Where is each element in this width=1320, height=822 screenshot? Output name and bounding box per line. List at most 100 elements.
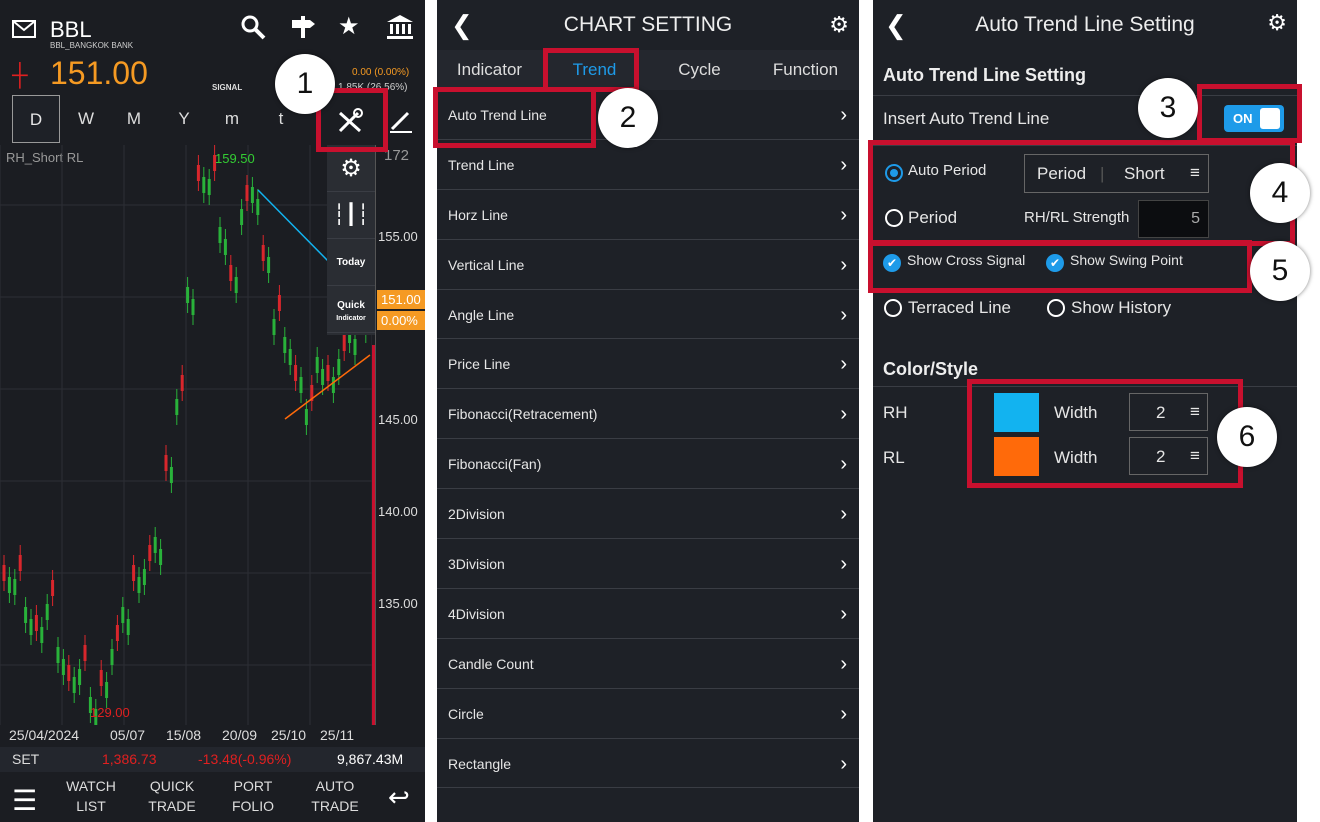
trend-item-label: Rectangle	[448, 755, 512, 772]
date-tick: 25/10	[271, 727, 307, 743]
axis-tick: 135.00	[378, 596, 418, 611]
settings-gear-icon[interactable]: ⚙	[829, 12, 849, 38]
nav-label: AUTO	[315, 778, 355, 794]
nav-label: WATCH	[66, 778, 116, 794]
tab-indicator[interactable]: Indicator	[437, 50, 542, 90]
highlight-box	[967, 379, 1243, 488]
section-title: Auto Trend Line Setting	[883, 65, 1086, 85]
date-tick: 25/11	[320, 727, 354, 743]
nav-label: PORT	[233, 778, 273, 794]
page-title: Auto Trend Line Setting	[975, 13, 1195, 36]
trend-item-label: 3Division	[448, 556, 505, 573]
star-icon[interactable]: ★	[338, 12, 360, 41]
axis-tick: 140.00	[378, 504, 418, 519]
period-minute[interactable]: m	[208, 95, 256, 143]
quick-indicator-button[interactable]: Quick Indicator	[327, 286, 375, 333]
axis-tick: 145.00	[378, 412, 418, 427]
axis-tick: 155.00	[378, 229, 418, 244]
trend-item-label: Trend Line	[448, 156, 515, 173]
low-label: 129.00	[90, 705, 130, 720]
callout-1: 1	[275, 54, 335, 114]
chevron-right-icon: ›	[840, 203, 847, 226]
date-tick: 05/07	[110, 727, 146, 743]
price-tag: 151.00	[377, 290, 425, 309]
last-price: 151.00	[50, 55, 148, 91]
axis-line	[375, 145, 376, 725]
quick-sublabel: Indicator	[336, 315, 366, 322]
trend-item[interactable]: Candle Count ›	[437, 639, 859, 689]
tab-function[interactable]: Function	[752, 50, 859, 90]
back-icon[interactable]: ❮	[885, 10, 907, 41]
signal-label: SIGNAL	[212, 83, 243, 92]
terraced-line-radio[interactable]	[884, 299, 902, 317]
date-tick: 20/09	[222, 727, 258, 743]
trend-item[interactable]: 2Division ›	[437, 489, 859, 540]
search-icon[interactable]	[240, 14, 266, 40]
trend-item[interactable]: Price Line ›	[437, 339, 859, 390]
chevron-right-icon: ›	[840, 153, 847, 176]
nav-watch-list[interactable]: WATCH LIST	[56, 776, 126, 816]
candle-style-icon[interactable]: ┆┃┆	[327, 192, 375, 239]
chevron-right-icon: ›	[840, 702, 847, 725]
chevron-right-icon: ›	[840, 752, 847, 775]
bank-icon[interactable]	[386, 14, 414, 40]
trend-list: Auto Trend Line › Trend Line › Horz Line › Ver…	[437, 90, 859, 789]
chevron-right-icon: ›	[840, 303, 847, 326]
bottom-nav: ☰ WATCH LIST QUICK TRADE PORT FOLIO AUTO TRA…	[0, 772, 425, 822]
high-label: 159.50	[215, 151, 255, 166]
candle-plot	[0, 145, 372, 725]
settings-gear-icon[interactable]: ⚙	[1267, 10, 1287, 36]
rh-label: RH	[883, 403, 908, 422]
trend-item-label: Candle Count	[448, 655, 534, 672]
signpost-icon[interactable]	[290, 14, 316, 40]
trend-item[interactable]: Fibonacci(Retracement) ›	[437, 389, 859, 440]
show-history-radio[interactable]	[1047, 299, 1065, 317]
period-y[interactable]: Y	[160, 95, 208, 143]
nav-port-folio[interactable]: PORT FOLIO	[218, 776, 288, 816]
mail-icon[interactable]	[12, 20, 36, 38]
trend-item[interactable]: 4Division ›	[437, 589, 859, 639]
pencil-icon[interactable]	[388, 107, 414, 133]
chevron-right-icon: ›	[840, 652, 847, 675]
terraced-line-label: Terraced Line	[908, 298, 1012, 317]
set-label: SET	[12, 751, 40, 767]
page-title: CHART SETTING	[563, 13, 733, 36]
period-m[interactable]: M	[110, 95, 158, 143]
trend-item[interactable]: Vertical Line ›	[437, 240, 859, 290]
callout-2: 2	[598, 88, 658, 148]
trend-item[interactable]: Circle ›	[437, 689, 859, 739]
chevron-right-icon: ›	[840, 253, 847, 276]
set-change: -13.48(-0.96%)	[198, 751, 292, 767]
highlight-box	[1197, 84, 1302, 143]
callout-5: 5	[1250, 241, 1310, 301]
volume-bar	[372, 345, 375, 725]
trend-item[interactable]: Angle Line ›	[437, 290, 859, 340]
callout-6: 6	[1217, 407, 1277, 467]
tab-cycle[interactable]: Cycle	[647, 50, 752, 90]
date-axis: 25/04/2024 05/07 15/08 20/09 25/10 25/11	[0, 725, 425, 747]
date-tick: 15/08	[166, 727, 202, 743]
menu-icon[interactable]: ☰	[12, 784, 37, 817]
chart-side-menu: ⚙ ┆┃┆ Today Quick Indicator	[327, 145, 375, 335]
period-w[interactable]: W	[62, 95, 110, 143]
today-button[interactable]: Today	[327, 239, 375, 286]
settings-gear-icon[interactable]: ⚙	[327, 145, 375, 192]
symbol[interactable]: BBL	[50, 17, 92, 43]
callout-4: 4	[1250, 163, 1310, 223]
nav-auto-trade[interactable]: AUTO TRADE	[300, 776, 370, 816]
back-icon[interactable]: ❮	[451, 10, 473, 41]
trend-item[interactable]: Rectangle ›	[437, 739, 859, 789]
chevron-right-icon: ›	[840, 104, 847, 126]
nav-label: LIST	[76, 798, 106, 814]
chevron-right-icon: ›	[840, 503, 847, 526]
trend-item[interactable]: Fibonacci(Fan) ›	[437, 439, 859, 490]
period-d[interactable]: D	[12, 95, 60, 143]
trend-item[interactable]: 3Division ›	[437, 539, 859, 589]
set-index-bar[interactable]: SET 1,386.73 -13.48(-0.96%) 9,867.43M	[0, 747, 425, 772]
chevron-right-icon: ›	[840, 553, 847, 576]
nav-quick-trade[interactable]: QUICK TRADE	[137, 776, 207, 816]
trend-item[interactable]: Horz Line ›	[437, 190, 859, 240]
chevron-right-icon: ›	[840, 602, 847, 625]
return-icon[interactable]: ↩	[388, 782, 410, 813]
cross-icon: ┼	[12, 62, 28, 87]
